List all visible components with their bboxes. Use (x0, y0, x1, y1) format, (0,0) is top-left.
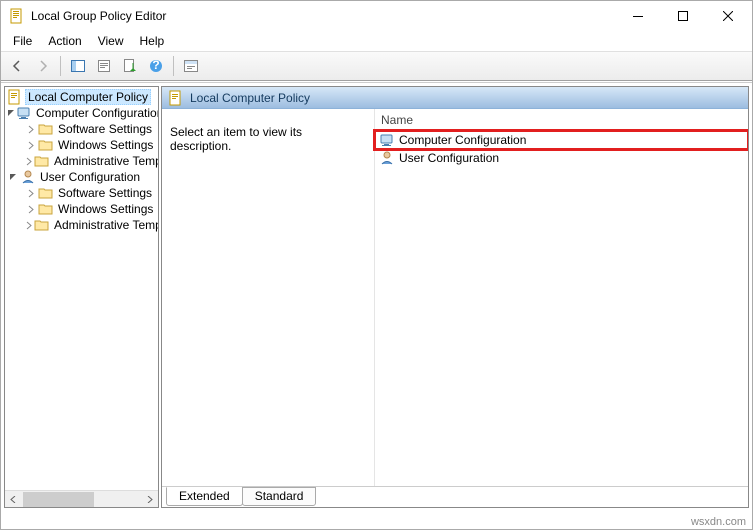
menu-help[interactable]: Help (132, 32, 173, 50)
menu-view[interactable]: View (90, 32, 132, 50)
column-label: Name (381, 113, 413, 127)
tab-label: Extended (179, 489, 230, 503)
expand-icon[interactable] (25, 217, 34, 233)
scroll-right-arrow-icon[interactable] (141, 491, 158, 508)
computer-icon (379, 132, 395, 148)
tree-pane: Local Computer Policy Computer Configura… (4, 86, 159, 508)
folder-icon (38, 121, 54, 137)
scrollbar-thumb[interactable] (23, 492, 94, 507)
user-icon (379, 150, 395, 166)
scroll-left-arrow-icon[interactable] (5, 491, 22, 508)
tree-cc-admin-templates[interactable]: Administrative Templates (5, 153, 158, 169)
tree-body[interactable]: Local Computer Policy Computer Configura… (5, 87, 158, 490)
list-row-computer-configuration[interactable]: Computer Configuration (375, 131, 748, 149)
expand-icon[interactable] (25, 201, 38, 217)
toolbar: ? (1, 51, 752, 81)
list-row-label: Computer Configuration (399, 133, 526, 147)
close-button[interactable] (705, 2, 750, 31)
collapse-icon[interactable] (7, 105, 16, 121)
filter-button[interactable] (179, 54, 203, 78)
svg-text:?: ? (152, 58, 159, 72)
tree-cc-windows-settings[interactable]: Windows Settings (5, 137, 158, 153)
policy-icon (7, 89, 23, 105)
list-row-user-configuration[interactable]: User Configuration (375, 149, 748, 167)
toolbar-separator (173, 56, 174, 76)
list-row-label: User Configuration (399, 151, 499, 165)
list-column: Name Computer Configuration User Configu… (374, 109, 748, 486)
content-pane: Local Computer Policy Select an item to … (161, 86, 749, 508)
tree-label: Software Settings (56, 122, 154, 136)
tree-uc-admin-templates[interactable]: Administrative Templates (5, 217, 158, 233)
app-icon (9, 8, 25, 24)
forward-button[interactable] (31, 54, 55, 78)
list-column-header-name[interactable]: Name (375, 109, 748, 131)
content-header: Local Computer Policy (162, 87, 748, 109)
collapse-icon[interactable] (7, 169, 20, 185)
titlebar: Local Group Policy Editor (1, 1, 752, 31)
window-title: Local Group Policy Editor (31, 9, 615, 23)
tree-cc-software-settings[interactable]: Software Settings (5, 121, 158, 137)
tabstrip: Extended Standard (162, 486, 748, 507)
tab-extended[interactable]: Extended (166, 487, 243, 506)
description-column: Select an item to view its description. (162, 109, 374, 486)
tree-label: Windows Settings (56, 202, 155, 216)
tree-uc-windows-settings[interactable]: Windows Settings (5, 201, 158, 217)
folder-icon (34, 217, 50, 233)
computer-icon (16, 105, 32, 121)
expand-icon[interactable] (25, 121, 38, 137)
show-hide-tree-button[interactable] (66, 54, 90, 78)
folder-icon (38, 185, 54, 201)
expand-icon[interactable] (25, 185, 38, 201)
user-icon (20, 169, 36, 185)
minimize-button[interactable] (615, 2, 660, 31)
menu-file[interactable]: File (5, 32, 40, 50)
folder-icon (38, 201, 54, 217)
tab-label: Standard (255, 489, 304, 503)
content-body: Select an item to view its description. … (162, 109, 748, 486)
folder-icon (34, 153, 50, 169)
folder-icon (38, 137, 54, 153)
scrollbar-track[interactable] (22, 491, 141, 508)
policy-icon (168, 90, 184, 106)
tab-standard[interactable]: Standard (242, 487, 317, 506)
expand-icon[interactable] (25, 153, 34, 169)
tree-label: Administrative Templates (52, 154, 158, 168)
help-button[interactable]: ? (144, 54, 168, 78)
tree-uc-software-settings[interactable]: Software Settings (5, 185, 158, 201)
tree-user-configuration[interactable]: User Configuration (5, 169, 158, 185)
tree-root-local-computer-policy[interactable]: Local Computer Policy (5, 89, 158, 105)
tree-label: Local Computer Policy (25, 89, 151, 105)
tree-label: Administrative Templates (52, 218, 158, 232)
toolbar-separator (60, 56, 61, 76)
content-header-title: Local Computer Policy (190, 91, 310, 105)
watermark: wsxdn.com (691, 516, 746, 528)
tree-label: Computer Configuration (34, 106, 158, 120)
menubar: File Action View Help (1, 31, 752, 51)
workspace: Local Computer Policy Computer Configura… (1, 82, 752, 511)
description-prompt: Select an item to view its description. (170, 125, 302, 153)
back-button[interactable] (5, 54, 29, 78)
menu-action[interactable]: Action (40, 32, 89, 50)
tree-computer-configuration[interactable]: Computer Configuration (5, 105, 158, 121)
tree-label: User Configuration (38, 170, 142, 184)
tree-label: Windows Settings (56, 138, 155, 152)
tree-horizontal-scrollbar[interactable] (5, 490, 158, 507)
export-list-button[interactable] (118, 54, 142, 78)
maximize-button[interactable] (660, 2, 705, 31)
expand-icon[interactable] (25, 137, 38, 153)
properties-button[interactable] (92, 54, 116, 78)
tree-label: Software Settings (56, 186, 154, 200)
